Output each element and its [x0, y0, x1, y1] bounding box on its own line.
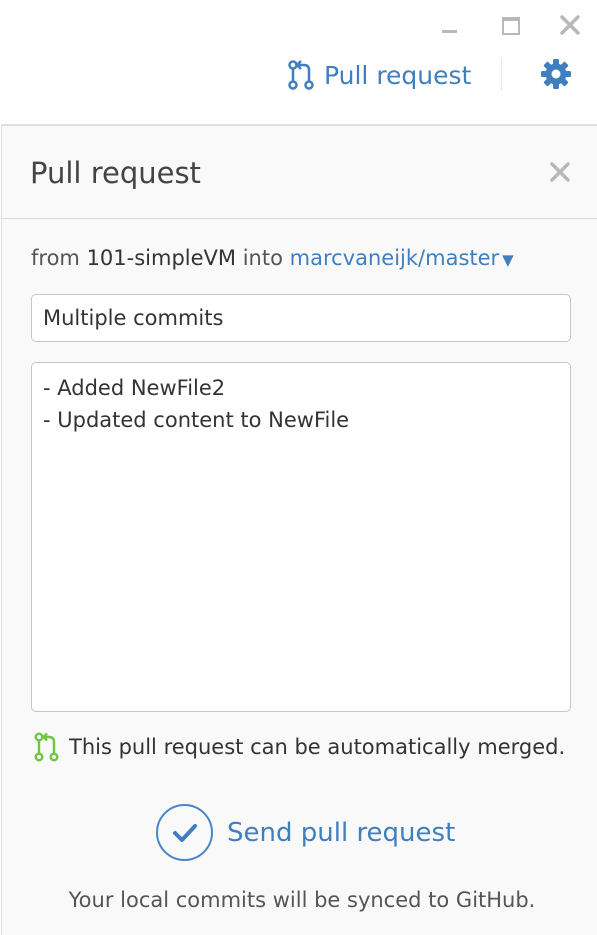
- close-icon[interactable]: [555, 10, 585, 40]
- pr-description-input[interactable]: - Added NewFile2 - Updated content to Ne…: [31, 362, 571, 712]
- send-pull-request-label[interactable]: Send pull request: [227, 818, 455, 848]
- pull-request-icon: [288, 60, 314, 90]
- target-branch-dropdown[interactable]: marcvaneijk/master ▼: [290, 246, 514, 270]
- from-label: from: [31, 246, 80, 270]
- panel-close-icon[interactable]: [548, 160, 572, 184]
- target-branch[interactable]: marcvaneijk/master: [290, 246, 500, 270]
- merge-ok-icon: [34, 732, 59, 762]
- title-bar: Pull request: [0, 0, 597, 124]
- branch-summary: from 101-simpleVM into marcvaneijk/maste…: [31, 246, 514, 270]
- chevron-down-icon[interactable]: ▼: [502, 251, 514, 269]
- app-window: Pull request Pull request from 101-simpl…: [0, 0, 597, 935]
- gear-icon[interactable]: [540, 58, 572, 90]
- into-label: into: [242, 246, 283, 270]
- source-branch: 101-simpleVM: [86, 246, 237, 270]
- merge-status: This pull request can be automatically m…: [34, 732, 565, 762]
- panel-divider: [2, 218, 597, 219]
- sync-note: Your local commits will be synced to Git…: [68, 888, 536, 912]
- check-icon[interactable]: [156, 804, 213, 861]
- pull-request-button[interactable]: Pull request: [287, 57, 471, 93]
- pull-request-panel: Pull request from 101-simpleVM into marc…: [1, 124, 597, 935]
- send-pull-request-button[interactable]: Send pull request: [156, 804, 455, 861]
- panel-title: Pull request: [30, 156, 201, 190]
- pr-title-input[interactable]: [31, 294, 571, 342]
- toolbar-divider: [501, 58, 502, 91]
- minimize-icon[interactable]: [434, 10, 464, 40]
- pull-request-label: Pull request: [324, 60, 472, 90]
- merge-status-text: This pull request can be automatically m…: [69, 735, 566, 759]
- maximize-icon[interactable]: [496, 10, 526, 40]
